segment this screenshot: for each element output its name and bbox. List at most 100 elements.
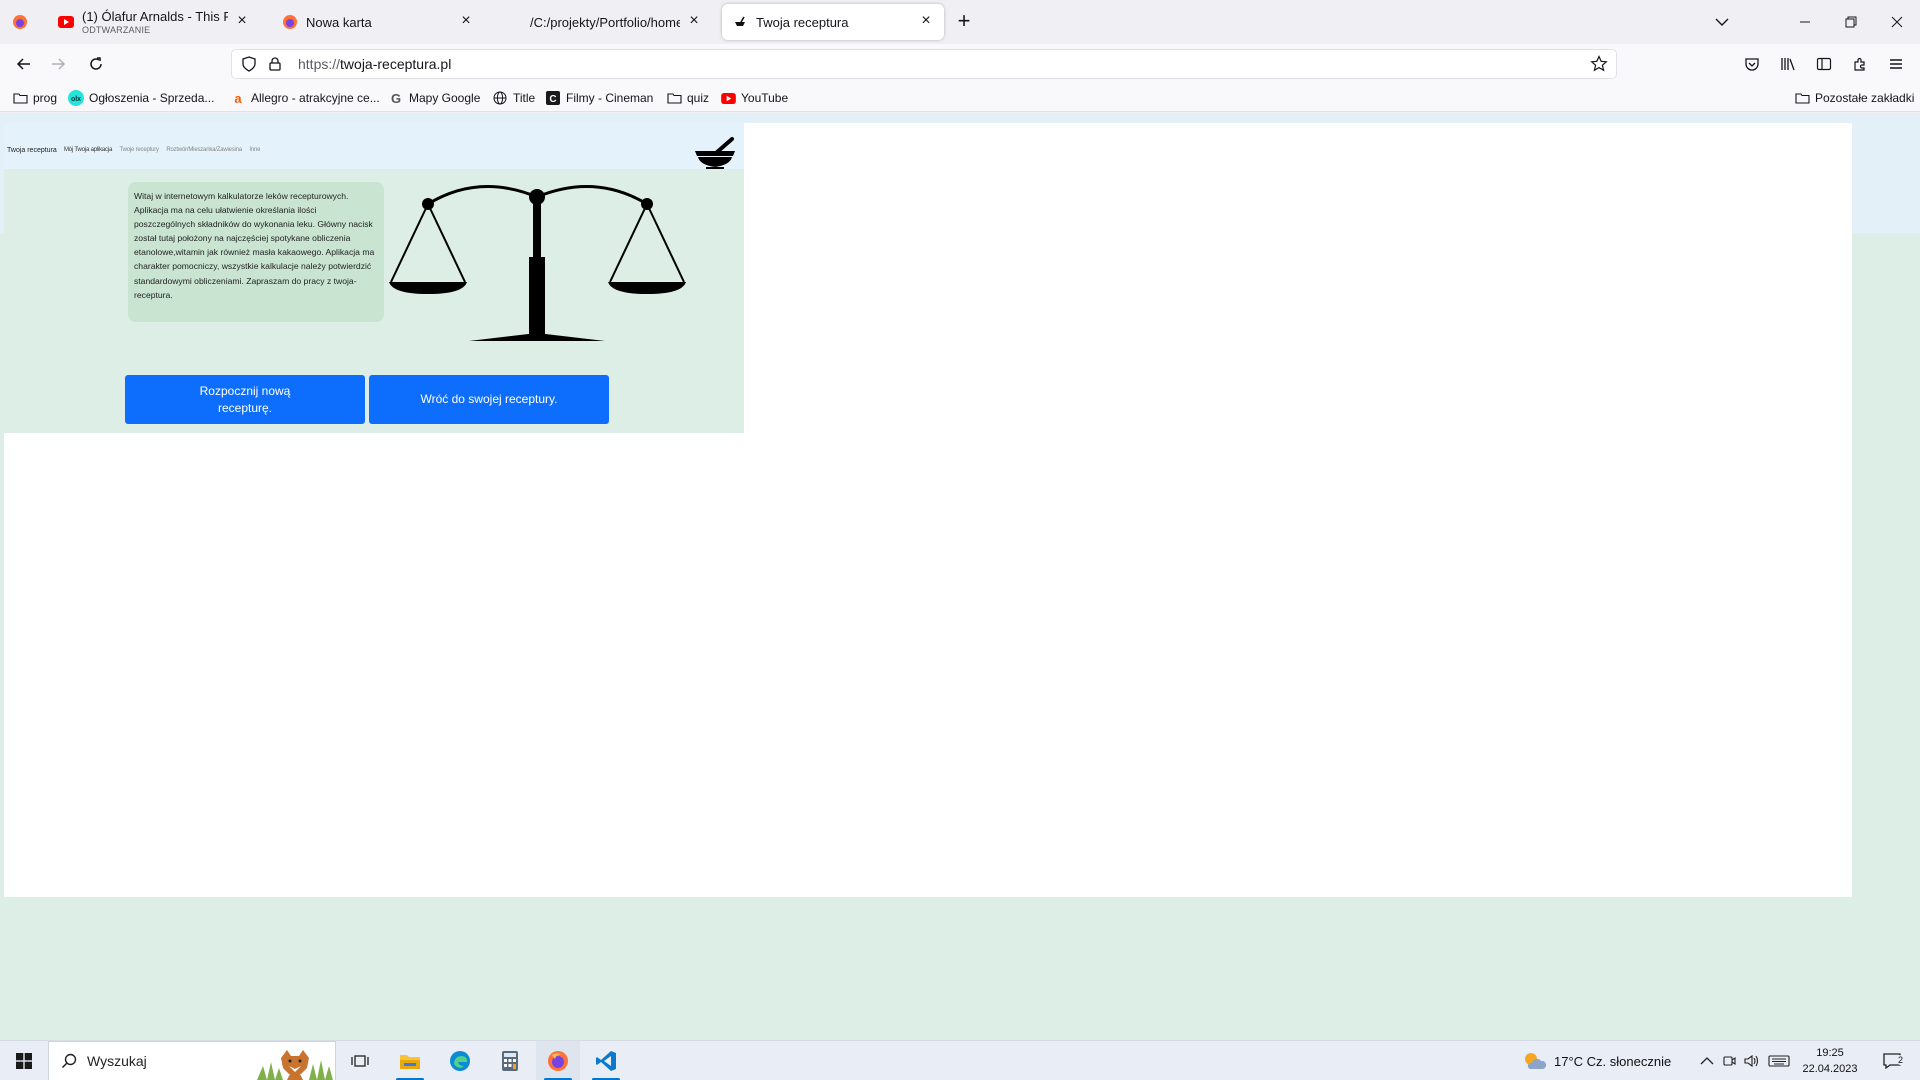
taskbar-calculator[interactable] <box>488 1041 532 1080</box>
windows-logo-icon <box>16 1053 32 1069</box>
taskbar-edge[interactable] <box>438 1041 482 1080</box>
bookmark-label: Ogłoszenia - Sprzeda... <box>89 91 215 105</box>
bookmark-label: prog <box>33 91 58 105</box>
reload-button[interactable] <box>84 52 108 76</box>
chevron-down-icon <box>1715 18 1729 26</box>
bookmark-label: quiz <box>687 91 710 105</box>
start-button[interactable] <box>4 1041 44 1080</box>
bookmark-allegro[interactable]: a Allegro - atrakcyjne ce... <box>230 89 380 107</box>
svg-text:olx: olx <box>71 96 81 103</box>
return-to-recipe-button[interactable]: Wróć do swojej receptury. <box>369 375 609 424</box>
nav-link[interactable]: Inne <box>249 147 260 153</box>
tab-portfolio[interactable]: /C:/projekty/Portfolio/home.html × <box>496 4 712 40</box>
back-button[interactable] <box>12 52 36 76</box>
mortar-pestle-icon <box>695 137 735 170</box>
forward-arrow-icon <box>52 58 66 70</box>
clock-date: 22.04.2023 <box>1802 1063 1858 1075</box>
site-brand[interactable]: Twoja receptura <box>7 147 57 154</box>
bookmark-prog[interactable]: prog <box>12 89 57 107</box>
balance-scale-icon <box>389 185 686 341</box>
firefox-icon <box>282 14 298 30</box>
bookmark-olx[interactable]: olx Ogłoszenia - Sprzeda... <box>68 89 214 107</box>
library-button[interactable] <box>1776 52 1800 76</box>
volume-icon[interactable] <box>1744 1054 1760 1068</box>
tracking-protection-icon[interactable] <box>240 55 258 73</box>
other-bookmarks[interactable]: Pozostałe zakładki <box>1794 89 1914 107</box>
page-viewport: Twoja receptura Mój Twoja aplikacja Twoj… <box>0 113 1920 1040</box>
taskbar-file-explorer[interactable] <box>388 1041 432 1080</box>
search-icon <box>61 1053 77 1069</box>
weather-widget[interactable]: 17°C Cz. słonecznie <box>1522 1041 1671 1080</box>
meet-now-icon[interactable] <box>1722 1054 1736 1068</box>
lock-icon[interactable] <box>266 55 284 73</box>
tab-new-tab[interactable]: Nowa karta × <box>272 4 484 40</box>
library-icon <box>1781 58 1795 71</box>
sidebar-icon <box>1816 57 1832 71</box>
menu-button[interactable] <box>1884 52 1908 76</box>
tab-youtube[interactable]: (1) Ólafur Arnalds - This Place is ODTWA… <box>48 4 260 40</box>
hero-section: Witaj w internetowym kalkulatorze leków … <box>4 169 744 433</box>
show-hidden-icons-chevron-icon[interactable] <box>1700 1056 1714 1066</box>
nav-link[interactable]: Twoje receptury <box>119 147 159 153</box>
extensions-button[interactable] <box>1848 52 1872 76</box>
bookmark-youtube[interactable]: YouTube <box>720 89 788 107</box>
close-window-button[interactable] <box>1874 8 1920 36</box>
forward-button[interactable] <box>46 52 70 76</box>
keyboard-icon[interactable] <box>1768 1054 1790 1068</box>
nav-link[interactable]: Mój Twoja aplikacja <box>64 147 112 153</box>
clock[interactable]: 19:25 22.04.2023 <box>1802 1045 1858 1077</box>
new-tab-button[interactable]: + <box>952 10 976 34</box>
folder-icon <box>12 90 28 106</box>
globe-icon <box>492 90 508 106</box>
bookmark-label: Mapy Google <box>409 91 481 105</box>
system-tray <box>1700 1041 1790 1080</box>
restore-icon <box>1845 16 1857 28</box>
tab-close-icon[interactable]: × <box>458 13 474 30</box>
tab-playing-label: ODTWARZANIE <box>82 25 151 35</box>
start-new-recipe-button[interactable]: Rozpocznij nową recepturę. <box>125 375 365 424</box>
bookmark-cineman[interactable]: C Filmy - Cineman <box>545 89 653 107</box>
firefox-icon <box>13 15 27 29</box>
pocket-icon <box>1745 58 1759 71</box>
address-bar[interactable]: https://twoja-receptura.pl <box>232 50 1616 78</box>
mortar-icon <box>732 14 748 30</box>
search-placeholder: Wyszukaj <box>87 1053 147 1069</box>
taskbar-vscode[interactable] <box>584 1041 628 1080</box>
clock-time: 19:25 <box>1816 1047 1844 1059</box>
intro-text: Witaj w internetowym kalkulatorze leków … <box>128 182 384 322</box>
tab-twoja-receptura[interactable]: Twoja receptura × <box>722 4 944 40</box>
youtube-icon <box>720 90 736 106</box>
minimize-icon <box>1800 21 1810 23</box>
file-icon <box>506 14 522 30</box>
bookmark-star-icon[interactable] <box>1590 55 1608 73</box>
notification-count: 2 <box>1896 1055 1906 1065</box>
task-view-button[interactable] <box>340 1041 380 1080</box>
tab-close-icon[interactable]: × <box>234 13 250 30</box>
svg-text:a: a <box>234 91 242 105</box>
url-text[interactable]: https://twoja-receptura.pl <box>298 56 451 72</box>
edge-icon <box>450 1051 470 1071</box>
tab-close-icon[interactable]: × <box>686 13 702 30</box>
list-tabs-button[interactable] <box>1710 10 1734 34</box>
nav-link[interactable]: Roztwór/Mieszanka/Zawiesina <box>166 147 242 153</box>
taskbar-search[interactable]: Wyszukaj <box>48 1041 336 1080</box>
bookmark-title[interactable]: Title <box>492 89 535 107</box>
notifications-button[interactable]: 2 <box>1872 1041 1912 1080</box>
svg-text:G: G <box>391 91 401 105</box>
minimize-button[interactable] <box>1782 8 1828 36</box>
bookmark-google-maps[interactable]: G Mapy Google <box>388 89 480 107</box>
hamburger-menu-icon <box>1890 59 1902 69</box>
bookmark-quiz[interactable]: quiz <box>666 89 709 107</box>
google-icon: G <box>388 90 404 106</box>
sidebar-button[interactable] <box>1812 52 1836 76</box>
pocket-button[interactable] <box>1740 52 1764 76</box>
weather-text: 17°C Cz. słonecznie <box>1554 1053 1672 1069</box>
tab-close-icon[interactable]: × <box>918 13 934 30</box>
restore-button[interactable] <box>1828 8 1874 36</box>
taskbar-firefox[interactable] <box>536 1041 580 1080</box>
firefox-view-button[interactable] <box>8 10 32 34</box>
bookmark-label: Allegro - atrakcyjne ce... <box>251 91 380 105</box>
bookmark-label: Pozostałe zakładki <box>1815 91 1915 105</box>
tab-title: /C:/projekty/Portfolio/home.html <box>530 14 680 30</box>
search-highlight-illustration <box>257 1050 333 1080</box>
